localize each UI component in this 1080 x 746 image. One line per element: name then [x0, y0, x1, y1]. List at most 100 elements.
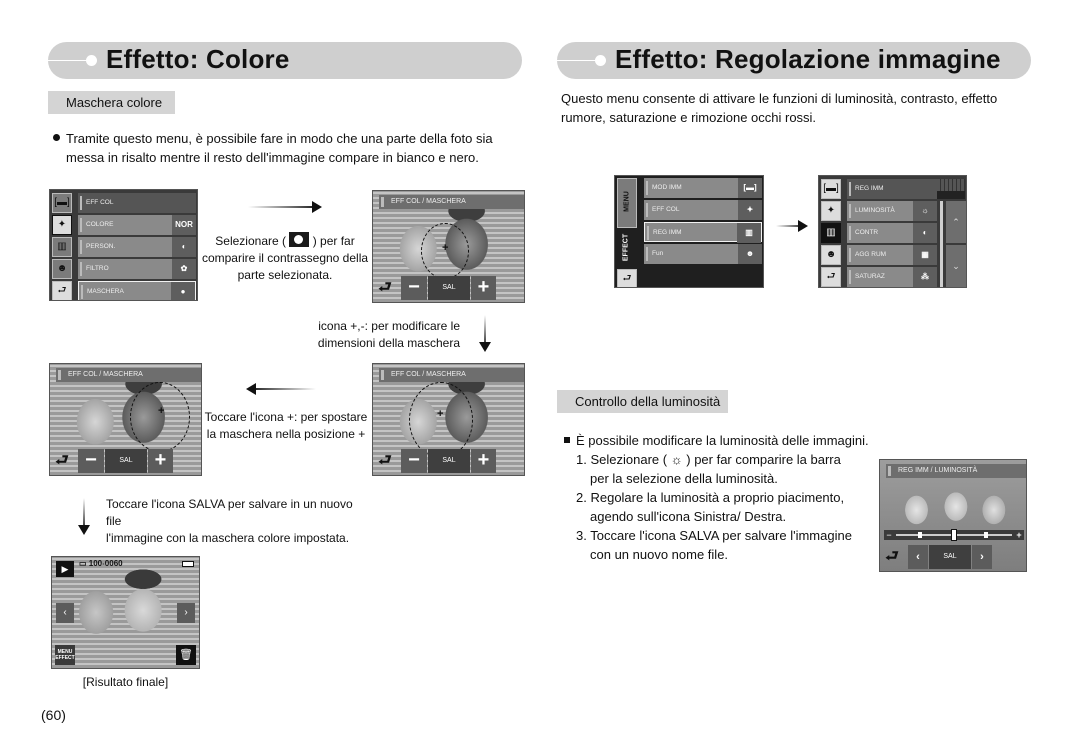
right-button[interactable]: › — [972, 545, 992, 569]
result-screen: ▶ ▭ 100-0060 ‹ › MENU EFFECT 🗑 — [51, 556, 200, 669]
histogram-icon — [937, 179, 965, 199]
save-button[interactable]: SAL — [428, 449, 470, 473]
screen-title: EFF COL / MASCHERA — [379, 368, 524, 382]
header-dot-decoration — [595, 55, 606, 66]
image-mode-icon: [▬] — [738, 178, 762, 198]
menu-row-person[interactable]: PERSON. ◐ — [78, 237, 196, 257]
save-button[interactable]: SAL — [105, 449, 147, 473]
fun-icon[interactable]: ☻ — [52, 259, 72, 279]
effect-tab[interactable]: EFFECT — [617, 230, 637, 268]
delete-icon[interactable]: 🗑 — [176, 645, 196, 665]
side-icon-column: [▬] ✦ ▥ ☻ ⮐ — [50, 190, 74, 300]
back-icon[interactable]: ⮐ — [52, 281, 72, 300]
play-mode-icon[interactable]: ▶ — [56, 561, 74, 577]
slider-tick — [984, 532, 988, 538]
minus-button[interactable]: − — [401, 276, 427, 300]
nor-icon: NOR — [172, 215, 196, 235]
brightness-instructions: È possibile modificare la luminosità del… — [564, 431, 874, 564]
menu-row-contr[interactable]: CONTR ◐ — [847, 223, 937, 243]
intro-line-2: messa in risalto mentre il resto dell'im… — [66, 150, 479, 165]
control-row: ⮐ − SAL + — [373, 276, 524, 300]
color-effect-icon: ✦ — [738, 200, 762, 220]
back-icon[interactable]: ⮐ — [884, 549, 900, 565]
brightness-slider[interactable]: − + — [884, 529, 1024, 541]
step-2: 2. Regolare la luminosità a proprio piac… — [576, 490, 845, 505]
step4-caption: Toccare l'icona SALVA per salvare in un … — [106, 497, 353, 545]
plus-button[interactable]: + — [148, 449, 173, 473]
brightness-bullet: È possibile modificare la luminosità del… — [564, 431, 874, 450]
next-button[interactable]: › — [177, 603, 195, 623]
menu-row-mod-imm[interactable]: MOD IMM [▬] — [644, 178, 762, 198]
back-icon[interactable]: ⮐ — [377, 453, 393, 469]
screen-title: EFF COL / MASCHERA — [56, 368, 201, 382]
section-header-effetto-colore: Effetto: Colore — [48, 42, 522, 79]
step-3: 3. Toccare l'icona SALVA per salvare l'i… — [576, 528, 852, 543]
step-1: 1. Selezionare ( ☼ ) per far comparire l… — [576, 452, 841, 467]
scroll-down-button[interactable]: ⌄ — [946, 245, 966, 287]
control-row: ⮐ ‹ SAL › — [880, 545, 1026, 569]
left-button[interactable]: ‹ — [908, 545, 928, 569]
result-caption: [Risultato finale] — [82, 675, 169, 689]
minus-button[interactable]: − — [78, 449, 104, 473]
fun-icon[interactable]: ☻ — [821, 245, 841, 265]
image-adjust-icon[interactable]: ▥ — [821, 223, 841, 243]
control-row: ⮐ − SAL + — [373, 449, 524, 473]
reg-imm-menu-screen: [▬] ✦ ▥ ☻ ⮐ REG IMM LUMINOSITÀ ☼ CONTR ◐ A… — [818, 175, 967, 288]
menu-effect-button[interactable]: MENU EFFECT — [55, 645, 75, 665]
slider-thumb[interactable] — [951, 529, 957, 541]
mask-circle[interactable] — [409, 382, 473, 458]
plus-icon[interactable]: + — [1015, 530, 1023, 540]
scroll-up-button[interactable]: ⌃ — [946, 201, 966, 243]
header-line-decoration — [557, 60, 599, 61]
menu-tab[interactable]: MENU — [617, 178, 637, 228]
mask-circle[interactable] — [130, 382, 190, 452]
minus-icon[interactable]: − — [885, 530, 893, 540]
bullet-icon — [564, 437, 570, 443]
intro-paragraph: Tramite questo menu, è possibile fare in… — [53, 129, 523, 167]
back-icon[interactable]: ⮐ — [617, 269, 637, 287]
menu-row-eff-col[interactable]: EFF COL ✦ — [644, 200, 762, 220]
fun-icon: ☻ — [738, 244, 762, 264]
menu-row-saturaz[interactable]: SATURAZ ⁂ — [847, 267, 937, 287]
back-icon[interactable]: ⮐ — [54, 453, 70, 469]
mask-screen-moved: EFF COL / MASCHERA + ⮐ − SAL + — [49, 363, 202, 476]
mask-screen-initial: EFF COL / MASCHERA + ⮐ − SAL + — [372, 190, 525, 303]
menu-row-fun[interactable]: Fun ☻ — [644, 244, 762, 264]
main-menu-screen: MENU EFFECT ⮐ MOD IMM [▬] EFF COL ✦ REG IM… — [614, 175, 764, 288]
slider-tick — [918, 532, 922, 538]
step1-caption: Selezionare ( ) per far comparire il con… — [201, 232, 369, 282]
image-mode-icon[interactable]: [▬] — [52, 193, 72, 213]
menu-row-luminosita[interactable]: LUMINOSITÀ ☼ — [847, 201, 937, 221]
saturation-icon: ⁂ — [913, 267, 937, 287]
battery-icon — [182, 561, 194, 567]
image-adjust-icon[interactable]: ▥ — [52, 237, 72, 257]
control-row: ⮐ − SAL + — [50, 449, 201, 473]
custom-color-icon: ◐ — [172, 237, 196, 257]
color-effect-icon[interactable]: ✦ — [52, 215, 72, 235]
menu-row-agg-rum[interactable]: AGG RUM ▦ — [847, 245, 937, 265]
prev-button[interactable]: ‹ — [56, 603, 74, 623]
image-mode-icon[interactable]: [▬] — [821, 179, 841, 199]
step2-caption: icona +,-: per modificare le dimensioni … — [317, 319, 460, 350]
crosshair-icon: + — [442, 242, 449, 254]
menu-row-colore[interactable]: COLORE NOR — [78, 215, 196, 235]
save-button[interactable]: SAL — [929, 545, 971, 569]
palette-icon: ✿ — [172, 259, 196, 279]
menu-row-maschera[interactable]: MASCHERA ● — [78, 281, 196, 300]
right-intro-paragraph: Questo menu consente di attivare le funz… — [561, 91, 998, 125]
crosshair-icon: + — [158, 405, 165, 417]
menu-row-reg-imm[interactable]: REG IMM ▥ — [644, 222, 762, 243]
header-dot-decoration — [86, 55, 97, 66]
color-effect-icon[interactable]: ✦ — [821, 201, 841, 221]
step3-caption: Toccare l'icona +: per spostare la masch… — [204, 410, 368, 441]
menu-row-filtro[interactable]: FILTRO ✿ — [78, 259, 196, 279]
back-icon[interactable]: ⮐ — [377, 280, 393, 296]
minus-button[interactable]: − — [401, 449, 427, 473]
back-icon[interactable]: ⮐ — [821, 267, 841, 287]
save-button[interactable]: SAL — [428, 276, 470, 300]
plus-button[interactable]: + — [471, 449, 496, 473]
plus-button[interactable]: + — [471, 276, 496, 300]
arrow-down — [479, 315, 491, 352]
menu-header-reg-imm: REG IMM — [847, 179, 965, 199]
scrollbar[interactable] — [940, 201, 943, 287]
